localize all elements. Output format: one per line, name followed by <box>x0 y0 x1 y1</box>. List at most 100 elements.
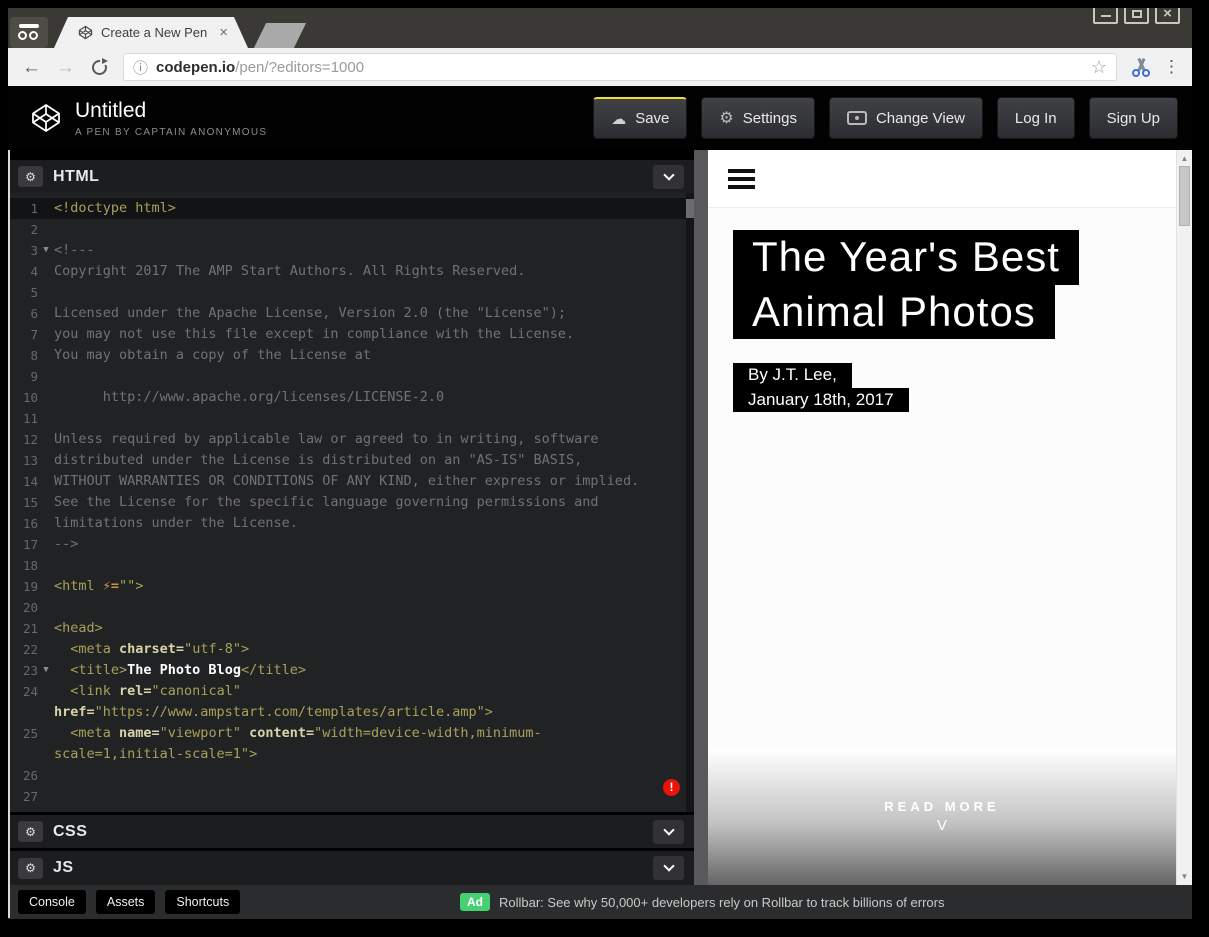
extension-scissors-icon[interactable] <box>1131 57 1151 77</box>
code-line[interactable]: href="https://www.ampstart.com/templates… <box>8 702 694 723</box>
scroll-up-icon[interactable]: ▲ <box>1177 154 1192 163</box>
code-line[interactable]: 17--> <box>8 534 694 555</box>
line-number <box>8 744 38 765</box>
browser-menu-icon[interactable]: ⋮ <box>1163 57 1180 77</box>
css-collapse-button[interactable] <box>653 820 684 844</box>
pen-title[interactable]: Untitled <box>75 99 267 123</box>
code-line[interactable]: 4Copyright 2017 The AMP Start Authors. A… <box>8 261 694 282</box>
code-line[interactable]: 5 <box>8 282 694 303</box>
css-panel-header[interactable]: ⚙ CSS <box>8 815 694 848</box>
tab-close-icon[interactable]: × <box>219 25 228 40</box>
code-line[interactable]: 10 http://www.apache.org/licenses/LICENS… <box>8 387 694 408</box>
code-line[interactable]: 24 <link rel="canonical" <box>8 681 694 702</box>
fold-spacer <box>38 744 54 765</box>
js-collapse-button[interactable] <box>653 856 684 880</box>
html-settings-gear-icon[interactable]: ⚙ <box>18 166 43 187</box>
code-line[interactable]: 12Unless required by applicable law or a… <box>8 429 694 450</box>
error-badge[interactable]: ! <box>663 779 680 796</box>
code-line[interactable]: scale=1,initial-scale=1"> <box>8 744 694 765</box>
save-button[interactable]: ☁ Save <box>593 97 687 139</box>
preview-topbar <box>708 150 1176 208</box>
code-line[interactable]: 26 <box>8 765 694 786</box>
fold-arrow-icon[interactable]: ▼ <box>38 240 54 261</box>
line-number: 4 <box>8 261 38 282</box>
fold-spacer <box>38 534 54 555</box>
fold-arrow-icon[interactable]: ▼ <box>38 660 54 681</box>
preview-scrollbar[interactable]: ▲ ▼ <box>1176 150 1192 885</box>
settings-button[interactable]: ⚙ Settings <box>701 97 815 139</box>
code-line[interactable]: 14WITHOUT WARRANTIES OR CONDITIONS OF AN… <box>8 471 694 492</box>
line-number: 14 <box>8 471 38 492</box>
line-gutter: 8 <box>8 345 54 366</box>
js-panel-header[interactable]: ⚙ JS <box>8 851 694 885</box>
change-view-button[interactable]: Change View <box>829 97 983 139</box>
line-number: 10 <box>8 387 38 408</box>
css-settings-gear-icon[interactable]: ⚙ <box>18 821 43 842</box>
assets-button[interactable]: Assets <box>96 890 156 914</box>
editor-preview-divider[interactable] <box>694 150 708 885</box>
code-line[interactable]: 15See the License for the specific langu… <box>8 492 694 513</box>
code-line[interactable]: 3▼<!--- <box>8 240 694 261</box>
editor-scrollbar-thumb[interactable] <box>686 199 694 218</box>
editor-scrollbar[interactable] <box>686 193 694 812</box>
html-panel-header[interactable]: ⚙ HTML <box>8 160 694 193</box>
code-line[interactable]: 25 <meta name="viewport" content="width=… <box>8 723 694 744</box>
code-line[interactable]: 7you may not use this file except in com… <box>8 324 694 345</box>
preview-scrollbar-thumb[interactable] <box>1179 166 1190 226</box>
code-line[interactable]: 11 <box>8 408 694 429</box>
scroll-down-icon[interactable]: ▼ <box>1177 872 1192 881</box>
code-line[interactable]: 22 <meta charset="utf-8"> <box>8 639 694 660</box>
code-line[interactable]: 9 <box>8 366 694 387</box>
fold-spacer <box>38 639 54 660</box>
read-more-label[interactable]: READ MORE <box>884 799 999 814</box>
code-line[interactable]: 21<head> <box>8 618 694 639</box>
code-line[interactable]: 18 <box>8 555 694 576</box>
ad-text[interactable]: Rollbar: See why 50,000+ developers rely… <box>499 895 944 910</box>
console-button[interactable]: Console <box>18 890 86 914</box>
incognito-icon <box>10 17 48 48</box>
sign-up-button[interactable]: Sign Up <box>1089 97 1178 139</box>
line-gutter: 19 <box>8 576 54 597</box>
new-tab-button[interactable] <box>254 23 306 48</box>
line-gutter: 22 <box>8 639 54 660</box>
code-line[interactable]: 16limitations under the License. <box>8 513 694 534</box>
code-line[interactable]: 2 <box>8 219 694 240</box>
line-number: 13 <box>8 450 38 471</box>
log-in-button[interactable]: Log In <box>997 97 1075 139</box>
fold-spacer <box>38 513 54 534</box>
html-code-editor[interactable]: 1<!doctype html>23▼<!---4Copyright 2017 … <box>8 193 694 812</box>
forward-icon[interactable]: → <box>56 58 75 77</box>
bookmark-star-icon[interactable]: ☆ <box>1091 57 1107 78</box>
minimize-button[interactable] <box>1093 8 1118 24</box>
hamburger-menu-icon[interactable] <box>728 169 755 189</box>
fold-spacer <box>38 450 54 471</box>
line-gutter: 14 <box>8 471 54 492</box>
code-line[interactable]: 19<html ⚡=""> <box>8 576 694 597</box>
code-line[interactable]: 23▼ <title>The Photo Blog</title> <box>8 660 694 681</box>
code-line[interactable]: 8You may obtain a copy of the License at <box>8 345 694 366</box>
code-line[interactable]: 6Licensed under the Apache License, Vers… <box>8 303 694 324</box>
address-bar[interactable]: ⓘ codepen.io/pen/?editors=1000 ☆ <box>123 53 1117 81</box>
shortcuts-button[interactable]: Shortcuts <box>165 890 240 914</box>
code-line[interactable]: 1<!doctype html> <box>8 198 694 219</box>
line-number <box>8 702 38 723</box>
read-more-chevron-icon[interactable]: V <box>937 817 947 834</box>
line-gutter: 10 <box>8 387 54 408</box>
js-settings-gear-icon[interactable]: ⚙ <box>18 858 43 879</box>
chevron-down-icon <box>663 860 674 871</box>
editor-left-grip[interactable] <box>8 150 10 918</box>
code-line[interactable]: 20 <box>8 597 694 618</box>
line-number: 7 <box>8 324 38 345</box>
reload-icon[interactable] <box>92 60 107 75</box>
close-button[interactable]: × <box>1155 8 1180 24</box>
maximize-button[interactable] <box>1124 8 1149 24</box>
line-number: 3 <box>8 240 38 261</box>
line-number: 9 <box>8 366 38 387</box>
browser-tab[interactable]: Create a New Pen × <box>54 17 248 48</box>
back-icon[interactable]: ← <box>22 58 41 77</box>
fold-spacer <box>38 219 54 240</box>
page-info-icon[interactable]: ⓘ <box>133 57 148 78</box>
html-collapse-button[interactable] <box>653 165 684 189</box>
code-line[interactable]: 13distributed under the License is distr… <box>8 450 694 471</box>
code-line[interactable]: 27 <box>8 786 694 807</box>
